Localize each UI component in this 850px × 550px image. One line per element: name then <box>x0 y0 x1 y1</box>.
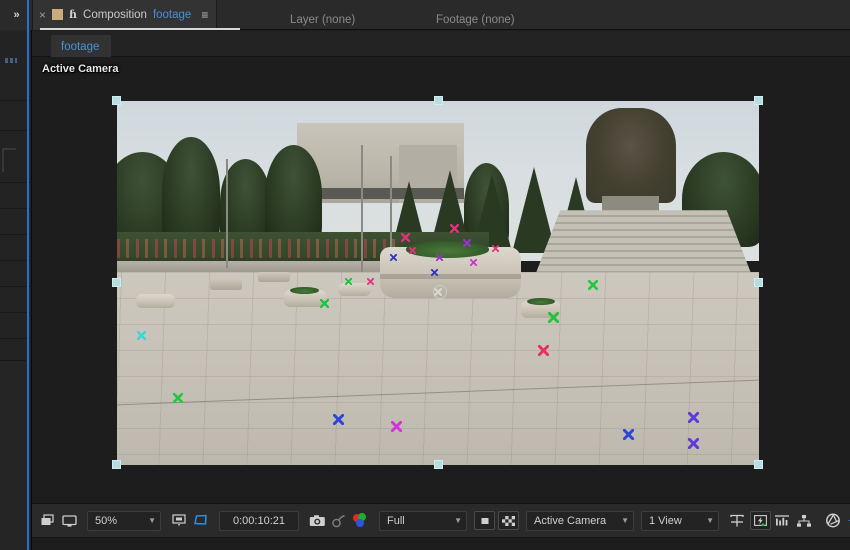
rail-divider <box>0 312 32 313</box>
lock-icon[interactable]: ɦ <box>69 8 77 21</box>
breadcrumb-label: footage <box>61 41 100 53</box>
panel-thumbnail-icon <box>2 148 16 172</box>
rail-divider <box>0 100 32 101</box>
channel-blue-dot <box>356 518 364 527</box>
composition-viewer[interactable]: Active Camera <box>32 57 850 503</box>
after-effects-window: » × ɦ Composition footage ≡ Layer (none)… <box>0 0 850 550</box>
selection-handle-middle-left[interactable] <box>112 278 121 287</box>
scene-lamp-post <box>226 159 229 269</box>
scene-planter-band <box>380 273 522 280</box>
breadcrumb-footage[interactable]: footage <box>51 35 112 58</box>
chevron-down-icon: ▼ <box>706 516 714 525</box>
resolution-value: Full <box>387 514 405 527</box>
selection-handle-bottom-left[interactable] <box>112 460 121 469</box>
scene-foreground-planter-plants <box>405 241 490 258</box>
scene-planter-plants <box>526 297 555 305</box>
show-snapshot-icon[interactable] <box>328 510 350 532</box>
scene-monument <box>585 108 676 203</box>
selection-handle-top-center[interactable] <box>434 96 443 105</box>
take-snapshot-camera-icon[interactable] <box>306 510 328 532</box>
toggle-mask-paths-icon[interactable] <box>474 511 495 530</box>
composition-flowchart-icon[interactable] <box>793 510 815 532</box>
rail-divider <box>0 260 32 261</box>
scene-planter <box>136 293 175 309</box>
tab-layer[interactable]: Layer (none) <box>290 14 355 26</box>
exposure-aperture-icon[interactable] <box>822 510 844 532</box>
comp-breadcrumb-bar: footage <box>32 31 850 58</box>
selection-handle-top-right[interactable] <box>754 96 763 105</box>
selection-handle-top-left[interactable] <box>112 96 121 105</box>
double-chevron-right-icon: » <box>13 9 19 21</box>
current-time-value: 0:00:10:21 <box>233 514 285 527</box>
scene-plaza-tiling <box>117 272 759 465</box>
panel-drag-gripper-icon[interactable] <box>5 58 17 63</box>
scene-planter <box>338 283 371 296</box>
selection-handle-middle-right[interactable] <box>754 278 763 287</box>
rail-divider <box>0 130 32 131</box>
tab-type-label: Composition <box>83 8 147 21</box>
scene-planter-plants <box>290 286 320 294</box>
magnification-select[interactable]: 50% ▼ <box>87 510 161 531</box>
selection-handle-bottom-center[interactable] <box>434 460 443 469</box>
comp-color-swatch <box>52 9 64 20</box>
viewer-bottom-toolbar: 50% ▼ 0:00:10:21 Full ▼ Active Camera ▼ … <box>32 503 850 537</box>
main-viewer-icon[interactable] <box>58 510 80 532</box>
scene-lamp-post <box>360 144 363 273</box>
viewer-tab-bar: × ɦ Composition footage ≡ Layer (none) F… <box>32 0 850 30</box>
view-layout-value: 1 View <box>649 514 682 527</box>
tab-composition-footage[interactable]: × ɦ Composition footage ≡ <box>32 0 218 30</box>
active-tab-underline <box>40 28 240 30</box>
scene-tree <box>161 137 220 247</box>
close-icon[interactable]: × <box>39 9 46 21</box>
composition-frame[interactable] <box>117 101 759 465</box>
view-layout-select[interactable]: 1 View ▼ <box>641 510 719 531</box>
camera-view-value: Active Camera <box>534 514 607 527</box>
expand-panels-button[interactable]: » <box>0 0 32 30</box>
selection-handle-bottom-right[interactable] <box>754 460 763 469</box>
grid-and-guide-options-icon[interactable] <box>190 510 212 532</box>
pixel-aspect-ratio-correction-icon[interactable] <box>726 510 748 532</box>
rail-divider <box>0 182 32 183</box>
scene-flowerbed <box>117 239 400 258</box>
panel-menu-icon[interactable]: ≡ <box>201 8 208 22</box>
rail-divider <box>0 286 32 287</box>
scene-bench <box>258 272 291 283</box>
camera-view-select[interactable]: Active Camera ▼ <box>526 510 634 531</box>
orbit-cursor-icon <box>432 284 447 299</box>
toggle-transparency-grid-icon[interactable] <box>498 511 519 530</box>
rail-divider <box>0 234 32 235</box>
tab-comp-name: footage <box>152 8 192 21</box>
region-of-interest-icon[interactable] <box>168 510 190 532</box>
chevron-down-icon: ▼ <box>454 516 462 525</box>
timeline-graph-icon[interactable] <box>771 510 793 532</box>
current-time-field[interactable]: 0:00:10:21 <box>219 510 299 531</box>
resolution-select[interactable]: Full ▼ <box>379 510 467 531</box>
left-collapsed-panel-rail: » <box>0 0 32 550</box>
rail-divider <box>0 338 32 339</box>
fast-previews-lightning-icon[interactable] <box>750 511 771 530</box>
tab-footage[interactable]: Footage (none) <box>436 14 515 26</box>
show-channel-rgb-icon[interactable] <box>350 510 372 532</box>
rail-divider <box>0 208 32 209</box>
always-preview-this-view-icon[interactable] <box>36 510 58 532</box>
chevron-down-icon: ▼ <box>621 516 629 525</box>
chevron-down-icon: ▼ <box>148 516 156 525</box>
active-camera-overlay-label: Active Camera <box>42 63 119 75</box>
viewer-bottom-filler <box>32 537 850 550</box>
magnification-value: 50% <box>95 514 118 527</box>
scene-bench <box>210 277 243 291</box>
